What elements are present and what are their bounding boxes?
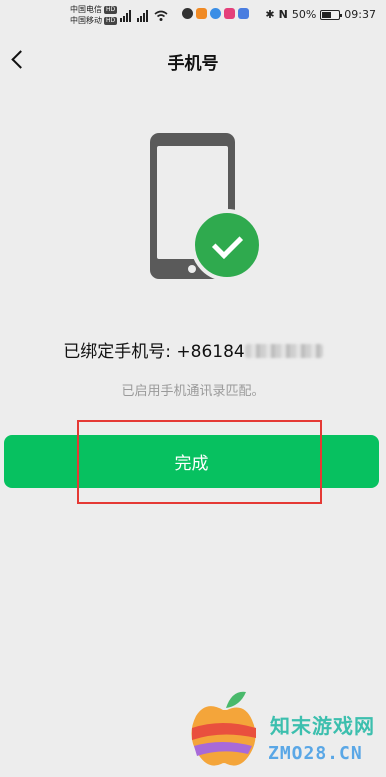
- phone-bound-illustration: [150, 133, 265, 283]
- hd-badge: HD: [104, 17, 118, 25]
- apple-logo-icon: [191, 691, 256, 766]
- watermark: 知末游戏网 ZMO28.CN: [188, 688, 383, 774]
- notification-icons: [182, 8, 249, 19]
- nfc-icon: N: [278, 8, 288, 21]
- watermark-title: 知末游戏网: [270, 714, 375, 738]
- wifi-icon: [154, 10, 168, 21]
- signal-1-icon: [120, 10, 131, 22]
- status-bar: 中国电信 HD 中国移动 HD ✱ N 50% 09:37: [0, 0, 386, 30]
- battery-icon: [320, 9, 343, 20]
- signal-icons: [120, 8, 168, 22]
- app-pink-icon: [224, 8, 235, 19]
- carrier-info: 中国电信 HD 中国移动 HD: [70, 4, 118, 26]
- contacts-match-note: 已启用手机通讯录匹配。: [121, 384, 265, 399]
- redacted-number: [244, 344, 323, 358]
- bound-phone-text: 已绑定手机号: +86184: [0, 337, 386, 362]
- signal-2-icon: [137, 10, 148, 22]
- battery-percent: 50%: [291, 8, 317, 21]
- app-blue2-icon: [238, 8, 249, 19]
- carrier-2: 中国移动: [70, 16, 102, 25]
- chat-bubble-icon: [182, 8, 193, 19]
- bluetooth-icon: ✱: [265, 8, 275, 21]
- carrier-1: 中国电信: [70, 5, 102, 14]
- nav-bar: 手机号: [0, 40, 386, 80]
- bound-phone-label: 已绑定手机号: +86184: [63, 342, 245, 362]
- app-blue-icon: [210, 8, 221, 19]
- clock: 09:37: [344, 8, 376, 21]
- page-title: 手机号: [167, 54, 219, 74]
- watermark-url: ZMO28.CN: [268, 743, 363, 764]
- system-status: ✱ N 50% 09:37: [265, 8, 376, 21]
- app-orange-icon: [196, 8, 207, 19]
- hd-badge: HD: [104, 6, 118, 14]
- done-button[interactable]: 完成: [4, 435, 379, 488]
- checkmark-icon: [191, 209, 263, 281]
